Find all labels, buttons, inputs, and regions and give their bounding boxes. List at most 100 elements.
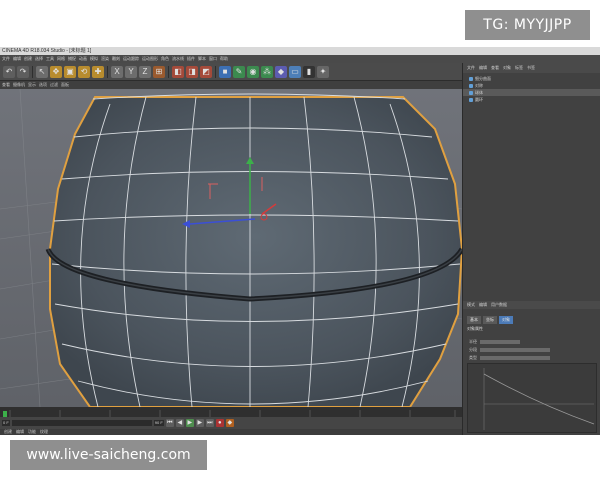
list-item[interactable]: 对称 <box>463 82 600 89</box>
menu-item[interactable]: 角色 <box>161 55 169 63</box>
record-icon[interactable]: ● <box>215 419 224 427</box>
viewport-menu-item[interactable]: 显示 <box>28 81 36 89</box>
menu-item[interactable]: 运动图形 <box>142 55 158 63</box>
deformer-icon[interactable]: ◆ <box>275 65 287 78</box>
menu-item[interactable]: 动画 <box>79 55 87 63</box>
render-view-icon[interactable]: ◧ <box>172 65 184 78</box>
object-name: 圆环 <box>475 96 483 102</box>
y-axis-icon[interactable]: Y <box>125 65 137 78</box>
material-menu-item[interactable]: 纹理 <box>40 429 48 435</box>
list-item[interactable]: 圆环 <box>463 96 600 103</box>
light-icon[interactable]: ✦ <box>317 65 329 78</box>
recent-icon[interactable]: ✚ <box>92 65 104 78</box>
move-icon[interactable]: ✥ <box>50 65 62 78</box>
menu-item[interactable]: 文件 <box>2 55 10 63</box>
rotate-icon[interactable]: ⟲ <box>78 65 90 78</box>
menu-item[interactable]: 网格 <box>57 55 65 63</box>
list-item[interactable]: 细分曲面 <box>463 75 600 82</box>
attribute-field[interactable] <box>480 348 550 352</box>
menu-item[interactable]: 模拟 <box>90 55 98 63</box>
tab-basic[interactable]: 基本 <box>467 315 481 324</box>
next-key-icon[interactable]: ▶ <box>195 419 204 427</box>
redo-icon[interactable]: ↷ <box>17 65 29 78</box>
cube-icon[interactable]: ■ <box>219 65 231 78</box>
toolbar-divider <box>168 65 169 78</box>
playback-bar: 0 F 90 F ⏮ ◀ ▶ ▶ ⏭ ● ◆ <box>0 417 462 429</box>
select-icon[interactable]: ↖ <box>36 65 48 78</box>
list-item[interactable]: 球体 <box>463 89 600 96</box>
menu-item[interactable]: 工具 <box>46 55 54 63</box>
timeline-ruler[interactable] <box>0 407 462 420</box>
viewport-menu-item[interactable]: 查看 <box>2 81 10 89</box>
menu-item[interactable]: 渲染 <box>101 55 109 63</box>
menu-item[interactable]: 脚本 <box>198 55 206 63</box>
curve-graph[interactable] <box>467 363 597 433</box>
object-manager-menu-item[interactable]: 查看 <box>491 65 499 71</box>
viewport-menu-item[interactable]: 面板 <box>61 81 69 89</box>
timeline-range-slider[interactable] <box>11 420 152 426</box>
object-manager-menu-item[interactable]: 编辑 <box>479 65 487 71</box>
menu-item[interactable]: 窗口 <box>209 55 217 63</box>
object-manager-menu-item[interactable]: 对象 <box>503 65 511 71</box>
floor-icon[interactable]: ▭ <box>289 65 301 78</box>
menu-item[interactable]: 创建 <box>24 55 32 63</box>
object-manager-menu-item[interactable]: 文件 <box>467 65 475 71</box>
material-menu-item[interactable]: 功能 <box>28 429 36 435</box>
viewport-menu: 查看 摄像机 显示 选项 过滤 面板 <box>0 81 462 89</box>
menu-item[interactable]: 帮助 <box>220 55 228 63</box>
undo-icon[interactable]: ↶ <box>3 65 15 78</box>
menu-item[interactable]: 运动跟踪 <box>123 55 139 63</box>
scale-icon[interactable]: ▣ <box>64 65 76 78</box>
object-manager-menu-item[interactable]: 书签 <box>527 65 535 71</box>
perspective-viewport[interactable] <box>0 89 462 407</box>
menu-item[interactable]: 流水线 <box>172 55 184 63</box>
object-name: 细分曲面 <box>475 75 491 81</box>
play-icon[interactable]: ▶ <box>185 419 194 427</box>
array-icon[interactable]: ⁂ <box>261 65 273 78</box>
render-icon[interactable]: ◨ <box>186 65 198 78</box>
curve-graph-lines <box>483 368 595 430</box>
attribute-row[interactable]: 类型 <box>463 354 600 362</box>
menu-item[interactable]: 捕捉 <box>68 55 76 63</box>
menu-item[interactable]: 插件 <box>187 55 195 63</box>
attribute-field[interactable] <box>480 340 520 344</box>
viewport-menu-item[interactable]: 摄像机 <box>13 81 25 89</box>
render-settings-icon[interactable]: ◩ <box>200 65 212 78</box>
attribute-row[interactable]: 分段 <box>463 346 600 354</box>
attribute-row[interactable]: 半径 <box>463 338 600 346</box>
tab-coord[interactable]: 坐标 <box>483 315 497 324</box>
subdivide-icon[interactable]: ◉ <box>247 65 259 78</box>
object-name: 对称 <box>475 82 483 88</box>
menu-item[interactable]: 编辑 <box>13 55 21 63</box>
material-manager-menu: 创建 编辑 功能 纹理 <box>0 429 350 435</box>
pen-icon[interactable]: ✎ <box>233 65 245 78</box>
object-list: 细分曲面 对称 球体 圆环 <box>463 75 600 103</box>
object-manager-menu-item[interactable]: 标签 <box>515 65 523 71</box>
menu-item[interactable]: 选择 <box>35 55 43 63</box>
material-menu-item[interactable]: 创建 <box>4 429 12 435</box>
toolbar-divider <box>215 65 216 78</box>
goto-end-icon[interactable]: ⏭ <box>205 419 214 427</box>
keyframe-icon[interactable]: ◆ <box>225 419 234 427</box>
viewport-menu-item[interactable]: 选项 <box>39 81 47 89</box>
viewport-menu-item[interactable]: 过滤 <box>50 81 58 89</box>
menu-bar: 文件 编辑 创建 选择 工具 网格 捕捉 动画 模拟 渲染 雕刻 运动跟踪 运动图形 角色 流水线 插件 脚本窗… <box>0 55 600 63</box>
attribute-manager-menu-item[interactable]: 编辑 <box>479 302 487 308</box>
prev-key-icon[interactable]: ◀ <box>175 419 184 427</box>
start-frame-field[interactable]: 0 F <box>2 420 10 426</box>
camera-icon[interactable]: ▮ <box>303 65 315 78</box>
attribute-field[interactable] <box>480 356 550 360</box>
end-frame-field[interactable]: 90 F <box>153 420 164 426</box>
attribute-manager-menu-item[interactable]: 模式 <box>467 302 475 308</box>
coord-icon[interactable]: ⊞ <box>153 65 165 78</box>
attribute-label: 类型 <box>469 355 477 360</box>
material-menu-item[interactable]: 编辑 <box>16 429 24 435</box>
watermark-bottom: www.live-saicheng.com <box>10 440 207 470</box>
x-axis-icon[interactable]: X <box>111 65 123 78</box>
tab-object[interactable]: 对象 <box>499 315 513 324</box>
z-axis-icon[interactable]: Z <box>139 65 151 78</box>
attribute-manager-menu-item[interactable]: 用户数据 <box>491 302 507 308</box>
menu-item[interactable]: 雕刻 <box>112 55 120 63</box>
goto-start-icon[interactable]: ⏮ <box>165 419 174 427</box>
attribute-manager-menu: 模式 编辑 用户数据 <box>463 301 600 309</box>
